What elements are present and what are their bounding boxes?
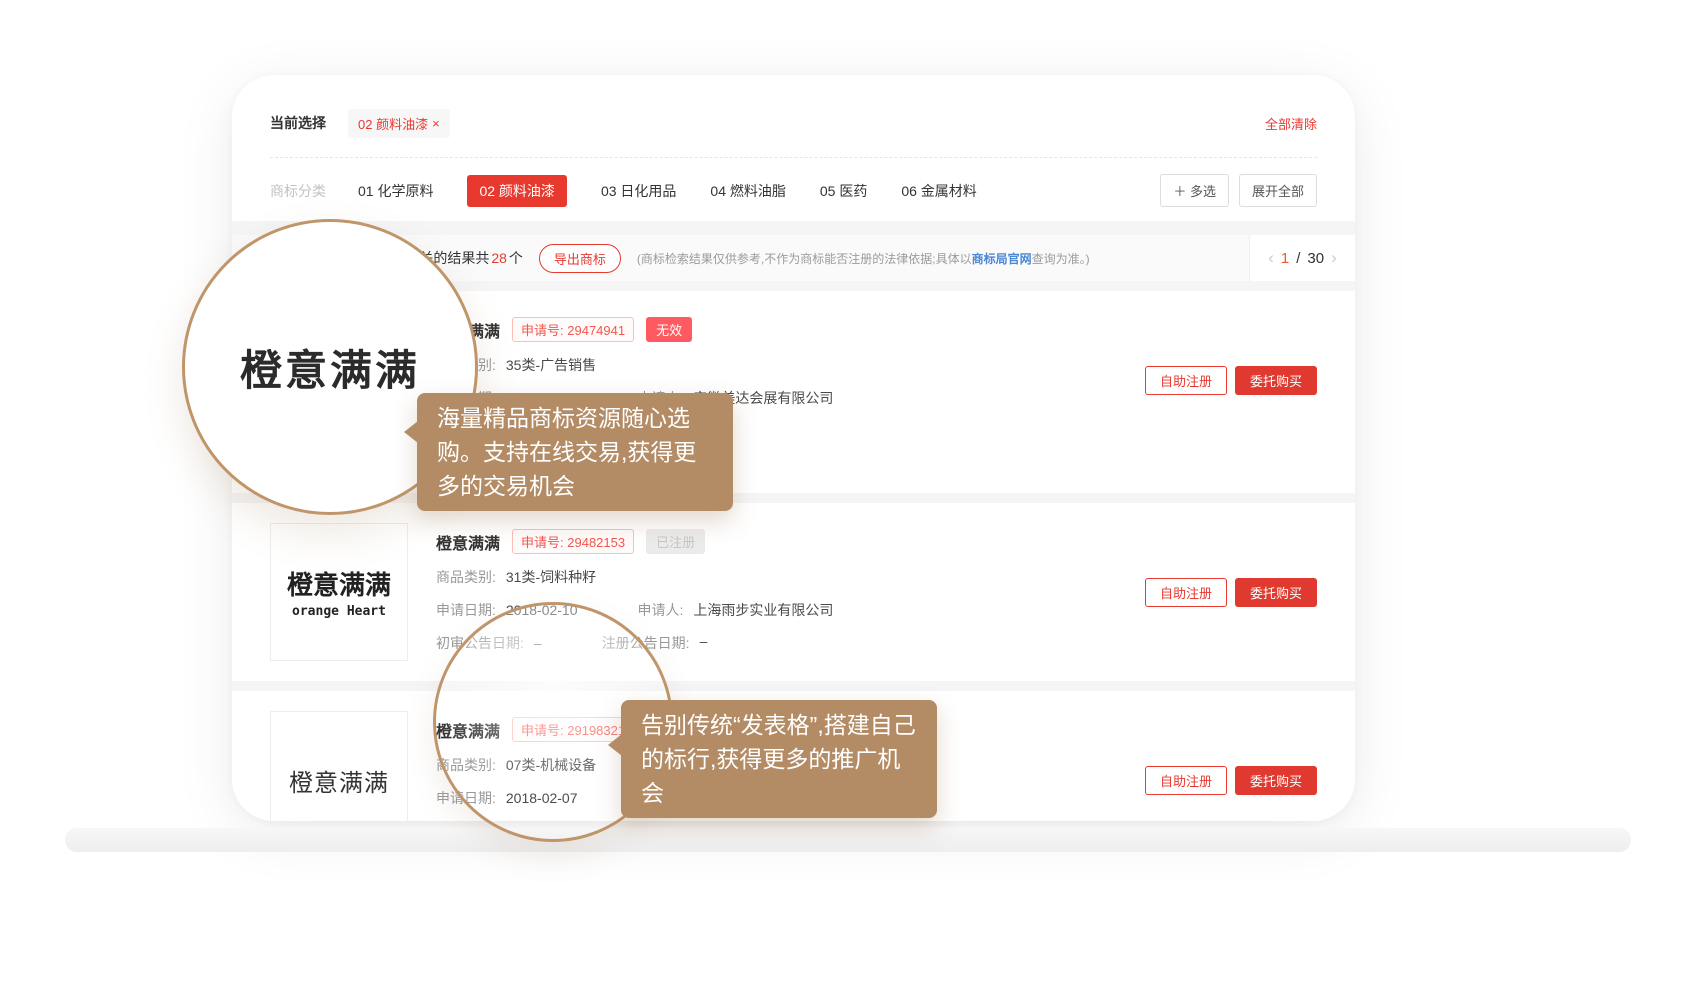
apply-date-value: 2018-02-10 (506, 602, 578, 618)
tooltip-text: 告别传统“发表格”,搭建自己的标行,获得更多的推广机会 (641, 712, 916, 806)
trademark-image-subtext: orange Heart (292, 604, 386, 619)
application-number-value: 29474941 (567, 323, 625, 338)
disclaimer-post: 查询为准。) (1032, 252, 1090, 266)
page: 当前选择 02 颜料油漆 × 全部清除 商标分类 01 化学原料 02 颜料油漆… (0, 0, 1696, 1002)
results-summary-unit: 个 (509, 248, 523, 268)
current-selection-label: 当前选择 (270, 113, 326, 133)
next-page-icon[interactable]: › (1331, 248, 1337, 268)
category-value: 35类-广告销售 (506, 355, 596, 375)
category-actions: ＋ 多选 展开全部 (1160, 174, 1317, 207)
close-icon[interactable]: × (432, 116, 440, 131)
apply-date-label: 申请日期: (436, 788, 496, 808)
entrust-buy-button[interactable]: 委托购买 (1235, 578, 1317, 607)
trademark-office-link[interactable]: 商标局官网 (972, 252, 1032, 266)
section-separator (232, 221, 1355, 235)
category-item-04[interactable]: 04 燃料油脂 (710, 181, 785, 201)
prev-page-icon[interactable]: ‹ (1268, 248, 1274, 268)
current-page: 1 (1281, 250, 1289, 267)
category-value: 31类-饲料种籽 (506, 567, 596, 587)
category-label: 商品类别: (436, 755, 496, 775)
selected-filter-tag-label: 02 颜料油漆 (358, 114, 428, 133)
row-actions: 自助注册 委托购买 (1145, 366, 1317, 395)
category-value: 07类-机械设备 (506, 755, 596, 775)
status-badge: 已注册 (646, 529, 705, 554)
application-number-tag: 申请号: 29474941 (512, 317, 634, 342)
self-register-button[interactable]: 自助注册 (1145, 578, 1227, 607)
application-number-value: 29482153 (567, 535, 625, 550)
export-trademarks-button[interactable]: 导出商标 (539, 244, 621, 273)
category-item-05[interactable]: 05 医药 (820, 181, 867, 201)
trademark-name[interactable]: 橙意满满 (436, 718, 500, 742)
row-actions: 自助注册 委托购买 (1145, 766, 1317, 795)
disclaimer-text: (商标检索结果仅供参考,不作为商标能否注册的法律依据;具体以商标局官网查询为准。… (637, 250, 1090, 267)
selected-filter-tag[interactable]: 02 颜料油漆 × (348, 109, 450, 138)
row-actions: 自助注册 委托购买 (1145, 578, 1317, 607)
first-announce-label: 初审公告日期: (436, 633, 524, 653)
pagination: ‹ 1 / 30 › (1249, 235, 1355, 281)
self-register-button[interactable]: 自助注册 (1145, 766, 1227, 795)
device-base-bar (65, 828, 1631, 852)
first-announce-value: – (534, 635, 542, 651)
category-item-02-active[interactable]: 02 颜料油漆 (467, 175, 566, 207)
current-selection-bar: 当前选择 02 颜料油漆 × 全部清除 (270, 109, 1317, 137)
category-item-01[interactable]: 01 化学原料 (358, 181, 433, 201)
reg-announce-label: 注册公告日期: (602, 633, 690, 653)
row-separator (232, 681, 1355, 691)
tooltip-arrow-icon (608, 734, 622, 756)
status-badge: 无效 (646, 317, 692, 342)
entrust-buy-button[interactable]: 委托购买 (1235, 766, 1317, 795)
expand-all-button[interactable]: 展开全部 (1239, 174, 1317, 207)
tooltip-text: 海量精品商标资源随心选购。支持在线交易,获得更多的交易机会 (437, 405, 696, 499)
reg-announce-value: – (700, 633, 708, 653)
application-number-label: 申请号: (521, 723, 564, 738)
applicant-value: 上海雨步实业有限公司 (693, 600, 833, 620)
results-count: 28 (491, 250, 507, 266)
page-separator: / (1296, 250, 1300, 267)
dashed-divider (270, 157, 1317, 158)
category-item-06[interactable]: 06 金属材料 (901, 181, 976, 201)
multi-select-button[interactable]: ＋ 多选 (1160, 174, 1229, 207)
magnified-trademark-text: 橙意满满 (240, 337, 420, 398)
category-bar-label: 商标分类 (270, 181, 326, 201)
trademark-image-text: 橙意满满 (289, 763, 389, 798)
entrust-buy-button[interactable]: 委托购买 (1235, 366, 1317, 395)
disclaimer-pre: (商标检索结果仅供参考,不作为商标能否注册的法律依据;具体以 (637, 252, 972, 266)
trademark-image[interactable]: 橙意满满 orange Heart (270, 523, 408, 661)
tooltip-promotion: 告别传统“发表格”,搭建自己的标行,获得更多的推广机会 (621, 700, 937, 818)
category-bar: 商标分类 01 化学原料 02 颜料油漆 03 日化用品 04 燃料油脂 05 … (270, 174, 1317, 221)
application-number-label: 申请号: (521, 535, 564, 550)
application-number-label: 申请号: (521, 323, 564, 338)
application-number-tag: 申请号: 29482153 (512, 529, 634, 554)
tooltip-marketplace: 海量精品商标资源随心选购。支持在线交易,获得更多的交易机会 (417, 393, 733, 511)
apply-date-label: 申请日期: (436, 600, 496, 620)
trademark-image-text: 橙意满满 (287, 565, 391, 602)
category-item-03[interactable]: 03 日化用品 (601, 181, 676, 201)
trademark-name[interactable]: 橙意满满 (436, 530, 500, 554)
trademark-details: 橙意满满 申请号: 29482153 已注册 商品类别: 31类-饲料种籽 申请… (436, 523, 1117, 661)
applicant-label: 申请人: (638, 600, 684, 620)
category-label: 商品类别: (436, 567, 496, 587)
trademark-result-row: 橙意满满 orange Heart 橙意满满 申请号: 29482153 已注册… (232, 503, 1355, 681)
trademark-image[interactable]: 橙意满满 (270, 711, 408, 821)
header: 当前选择 02 颜料油漆 × 全部清除 商标分类 01 化学原料 02 颜料油漆… (232, 75, 1355, 221)
self-register-button[interactable]: 自助注册 (1145, 366, 1227, 395)
clear-all-button[interactable]: 全部清除 (1265, 114, 1317, 133)
apply-date-value: 2018-02-07 (506, 790, 578, 806)
total-pages: 30 (1307, 250, 1324, 267)
tooltip-arrow-icon (404, 421, 418, 443)
